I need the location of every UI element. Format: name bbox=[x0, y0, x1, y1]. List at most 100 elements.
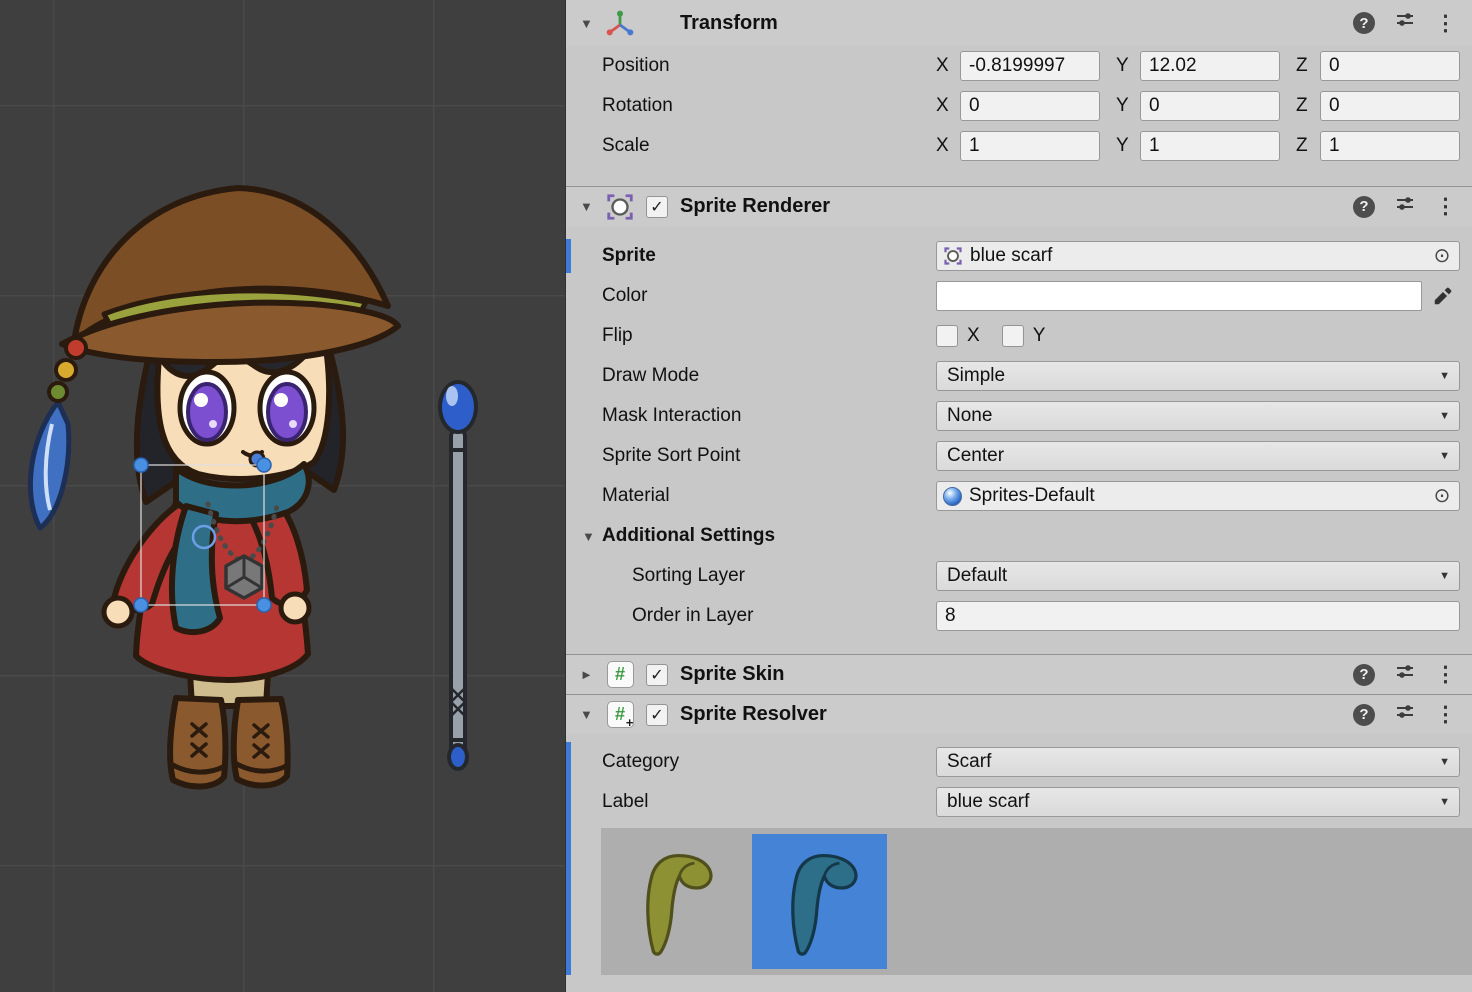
axis-y-label: Y bbox=[1116, 135, 1140, 157]
presets-icon[interactable] bbox=[1395, 662, 1415, 688]
foldout-icon[interactable]: ▼ bbox=[582, 529, 602, 544]
foldout-icon[interactable]: ▼ bbox=[580, 16, 604, 31]
rotation-row: Rotation X Y Z bbox=[566, 86, 1472, 126]
override-indicator-sprite bbox=[566, 239, 571, 273]
scene-view[interactable] bbox=[0, 0, 565, 992]
sprite-sort-point-dropdown[interactable]: Center ▼ bbox=[936, 441, 1460, 471]
color-label: Color bbox=[602, 285, 936, 307]
handle-top-left[interactable] bbox=[134, 458, 148, 472]
axis-x-label: X bbox=[936, 95, 960, 117]
material-value: Sprites-Default bbox=[969, 485, 1095, 507]
position-row: Position X Y Z bbox=[566, 46, 1472, 86]
transform-icon bbox=[604, 7, 636, 39]
more-menu-icon[interactable]: ⋮ bbox=[1435, 664, 1456, 685]
color-swatch[interactable] bbox=[936, 281, 1422, 311]
order-in-layer-input[interactable] bbox=[936, 601, 1460, 631]
object-picker-icon[interactable]: ⊙ bbox=[1429, 246, 1455, 266]
flip-x-checkbox[interactable] bbox=[936, 325, 958, 347]
component-title: Sprite Resolver bbox=[680, 703, 827, 726]
draw-mode-dropdown[interactable]: Simple ▼ bbox=[936, 361, 1460, 391]
axis-y-label: Y bbox=[1116, 95, 1140, 117]
more-menu-icon[interactable]: ⋮ bbox=[1435, 196, 1456, 217]
sprite-renderer-header[interactable]: ▼ ✓ Sprite Renderer ? bbox=[566, 186, 1472, 226]
component-enabled-checkbox[interactable]: ✓ bbox=[646, 704, 668, 726]
position-z-input[interactable] bbox=[1320, 51, 1460, 81]
more-menu-icon[interactable]: ⋮ bbox=[1435, 13, 1456, 34]
transform-component: ▼ Transform ? bbox=[566, 0, 1472, 186]
sprite-renderer-component: ▼ ✓ Sprite Renderer ? bbox=[566, 186, 1472, 654]
material-orb-icon bbox=[943, 487, 962, 506]
object-picker-icon[interactable]: ⊙ bbox=[1429, 486, 1455, 506]
rotation-z-input[interactable] bbox=[1320, 91, 1460, 121]
color-row: Color bbox=[566, 276, 1472, 316]
component-enabled-checkbox[interactable]: ✓ bbox=[646, 664, 668, 686]
mask-interaction-row: Mask Interaction None ▼ bbox=[566, 396, 1472, 436]
foldout-icon[interactable]: ► bbox=[580, 667, 604, 682]
help-icon[interactable]: ? bbox=[1353, 12, 1375, 34]
component-enabled-checkbox[interactable]: ✓ bbox=[646, 196, 668, 218]
help-icon[interactable]: ? bbox=[1353, 704, 1375, 726]
sprite-label: Sprite bbox=[602, 245, 936, 267]
label-row: Label blue scarf ▼ bbox=[566, 782, 1472, 822]
category-row: Category Scarf ▼ bbox=[566, 742, 1472, 782]
chevron-down-icon: ▼ bbox=[1439, 570, 1450, 582]
order-in-layer-row: Order in Layer bbox=[566, 596, 1472, 636]
sorting-layer-dropdown[interactable]: Default ▼ bbox=[936, 561, 1460, 591]
handle-bottom-left[interactable] bbox=[134, 598, 148, 612]
component-title: Transform bbox=[680, 12, 778, 35]
help-icon[interactable]: ? bbox=[1353, 664, 1375, 686]
staff-sprite[interactable] bbox=[440, 382, 476, 769]
rotation-y-input[interactable] bbox=[1140, 91, 1280, 121]
chevron-down-icon: ▼ bbox=[1439, 756, 1450, 768]
label-dropdown[interactable]: blue scarf ▼ bbox=[936, 787, 1460, 817]
sprite-sort-point-label: Sprite Sort Point bbox=[602, 445, 936, 467]
flip-y-checkbox[interactable] bbox=[1002, 325, 1024, 347]
mask-interaction-dropdown[interactable]: None ▼ bbox=[936, 401, 1460, 431]
sprite-object-field[interactable]: blue scarf ⊙ bbox=[936, 241, 1460, 271]
rotation-label: Rotation bbox=[602, 95, 936, 117]
component-title: Sprite Renderer bbox=[680, 195, 830, 218]
transform-header[interactable]: ▼ Transform ? bbox=[566, 0, 1472, 46]
help-icon[interactable]: ? bbox=[1353, 196, 1375, 218]
foldout-icon[interactable]: ▼ bbox=[580, 707, 604, 722]
chevron-down-icon: ▼ bbox=[1439, 370, 1450, 382]
more-menu-icon[interactable]: ⋮ bbox=[1435, 704, 1456, 725]
character-sprite[interactable] bbox=[30, 188, 398, 786]
sprite-renderer-icon bbox=[604, 191, 636, 223]
inspector-panel: ▼ Transform ? bbox=[565, 0, 1472, 992]
sprite-resolver-component: ▼ #+ ✓ Sprite Resolver ? ⋮ bbox=[566, 694, 1472, 975]
axis-z-label: Z bbox=[1296, 135, 1320, 157]
handle-bottom-right[interactable] bbox=[257, 598, 271, 612]
flip-row: Flip X Y bbox=[566, 316, 1472, 356]
thumbnail-green-scarf[interactable] bbox=[607, 834, 742, 969]
additional-settings-row[interactable]: ▼ Additional Settings bbox=[566, 516, 1472, 556]
scale-x-input[interactable] bbox=[960, 131, 1100, 161]
position-label: Position bbox=[602, 55, 936, 77]
chevron-down-icon: ▼ bbox=[1439, 796, 1450, 808]
sprite-row: Sprite blue scarf ⊙ bbox=[566, 236, 1472, 276]
presets-icon[interactable] bbox=[1395, 194, 1415, 220]
sprite-resolver-header[interactable]: ▼ #+ ✓ Sprite Resolver ? ⋮ bbox=[566, 694, 1472, 734]
material-row: Material Sprites-Default ⊙ bbox=[566, 476, 1472, 516]
category-dropdown[interactable]: Scarf ▼ bbox=[936, 747, 1460, 777]
foldout-icon[interactable]: ▼ bbox=[580, 199, 604, 214]
presets-icon[interactable] bbox=[1395, 10, 1415, 36]
position-y-input[interactable] bbox=[1140, 51, 1280, 81]
flip-label: Flip bbox=[602, 325, 936, 347]
material-object-field[interactable]: Sprites-Default ⊙ bbox=[936, 481, 1460, 511]
axis-x-label: X bbox=[936, 55, 960, 77]
sprite-skin-component: ► # ✓ Sprite Skin ? ⋮ bbox=[566, 654, 1472, 694]
handle-top-right[interactable] bbox=[257, 458, 271, 472]
scale-y-input[interactable] bbox=[1140, 131, 1280, 161]
scale-z-input[interactable] bbox=[1320, 131, 1460, 161]
sorting-layer-label: Sorting Layer bbox=[632, 565, 936, 587]
position-x-input[interactable] bbox=[960, 51, 1100, 81]
rotation-x-input[interactable] bbox=[960, 91, 1100, 121]
sprite-sort-point-row: Sprite Sort Point Center ▼ bbox=[566, 436, 1472, 476]
eyedropper-icon[interactable] bbox=[1426, 281, 1460, 311]
draw-mode-label: Draw Mode bbox=[602, 365, 936, 387]
sprite-skin-header[interactable]: ► # ✓ Sprite Skin ? ⋮ bbox=[566, 654, 1472, 694]
axis-z-label: Z bbox=[1296, 55, 1320, 77]
presets-icon[interactable] bbox=[1395, 702, 1415, 728]
thumbnail-blue-scarf[interactable] bbox=[752, 834, 887, 969]
